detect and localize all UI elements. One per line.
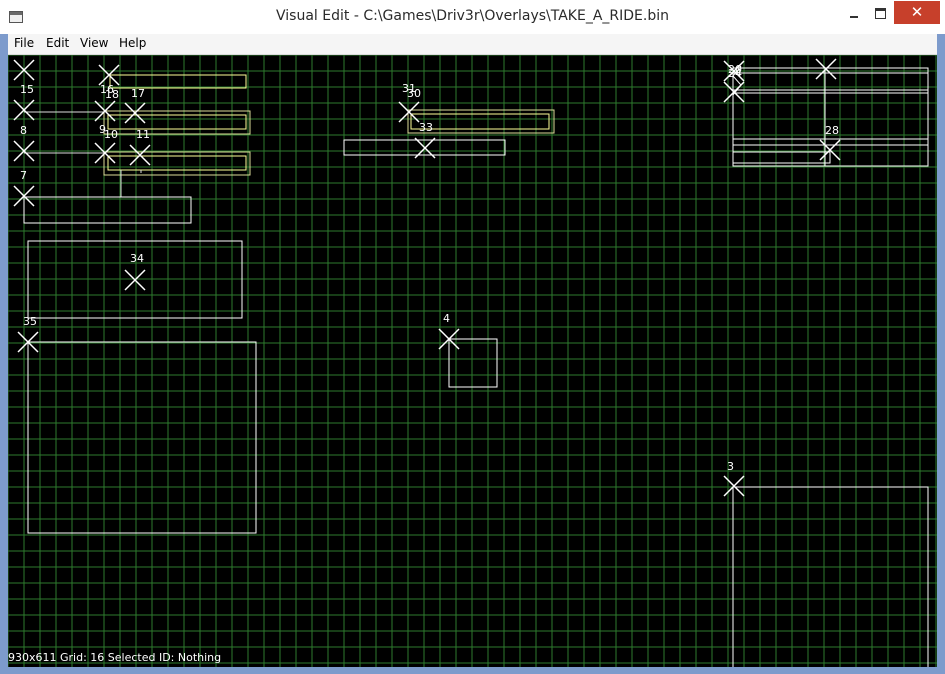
status-line: 930x611 Grid: 16 Selected ID: Nothing <box>8 651 222 664</box>
overlay-canvas[interactable]: 15 16 18 17 8 9 10 11 7 34 35 31 30 33 4… <box>8 55 937 667</box>
marker-label-8: 8 <box>20 124 27 137</box>
marker-cross-3[interactable] <box>723 475 745 497</box>
overlay-element-3[interactable] <box>732 486 929 667</box>
overlay-element-35[interactable] <box>27 341 257 534</box>
marker-label-24: 24 <box>728 67 742 80</box>
marker-label-10: 10 <box>104 128 118 141</box>
marker-cross-top-right[interactable] <box>815 58 837 80</box>
menu-file[interactable]: File <box>14 36 34 50</box>
marker-label-17: 17 <box>131 87 145 100</box>
overlay-element-10-outer[interactable] <box>103 151 251 176</box>
menu-view[interactable]: View <box>80 36 108 50</box>
menu-edit[interactable]: Edit <box>46 36 69 50</box>
marker-label-7: 7 <box>20 169 27 182</box>
marker-label-18: 18 <box>105 88 119 101</box>
marker-label-33: 33 <box>419 121 433 134</box>
marker-cross-34[interactable] <box>124 269 146 291</box>
marker-label-34: 34 <box>130 252 144 265</box>
marker-cross-15[interactable] <box>13 59 35 81</box>
maximize-button[interactable] <box>866 2 894 24</box>
marker-label-11: 11 <box>136 128 150 141</box>
overlay-element-28[interactable] <box>732 151 831 164</box>
marker-cross-17[interactable] <box>124 102 146 124</box>
marker-cross-8[interactable] <box>13 140 35 162</box>
window-title: Visual Edit - C:\Games\Driv3r\Overlays\T… <box>276 8 669 24</box>
marker-cross-24[interactable] <box>723 81 745 103</box>
marker-cross-18[interactable] <box>13 99 35 121</box>
overlay-elements[interactable]: 15 16 18 17 8 9 10 11 7 34 35 31 30 33 4… <box>8 55 937 667</box>
marker-cross-11[interactable] <box>129 144 151 166</box>
marker-label-15: 15 <box>20 83 34 96</box>
marker-cross-31[interactable] <box>398 101 420 123</box>
application-window: Visual Edit - C:\Games\Driv3r\Overlays\T… <box>0 0 945 674</box>
menu-bar: File Edit View Help <box>8 34 937 55</box>
connector-lines <box>24 111 142 198</box>
title-bar[interactable]: Visual Edit - C:\Games\Driv3r\Overlays\T… <box>0 0 945 34</box>
overlay-element-10[interactable] <box>107 155 247 171</box>
minimize-button[interactable] <box>840 2 868 24</box>
close-icon: ✕ <box>910 3 924 21</box>
marker-label-3: 3 <box>727 460 734 473</box>
marker-label-30: 30 <box>407 87 421 100</box>
marker-label-4: 4 <box>443 312 450 325</box>
menu-help[interactable]: Help <box>119 36 146 50</box>
close-button[interactable]: ✕ <box>894 1 940 24</box>
marker-label-35: 35 <box>23 315 37 328</box>
overlay-element-7[interactable] <box>23 196 192 224</box>
overlay-element-18[interactable] <box>107 114 247 130</box>
marker-label-28: 28 <box>825 124 839 137</box>
